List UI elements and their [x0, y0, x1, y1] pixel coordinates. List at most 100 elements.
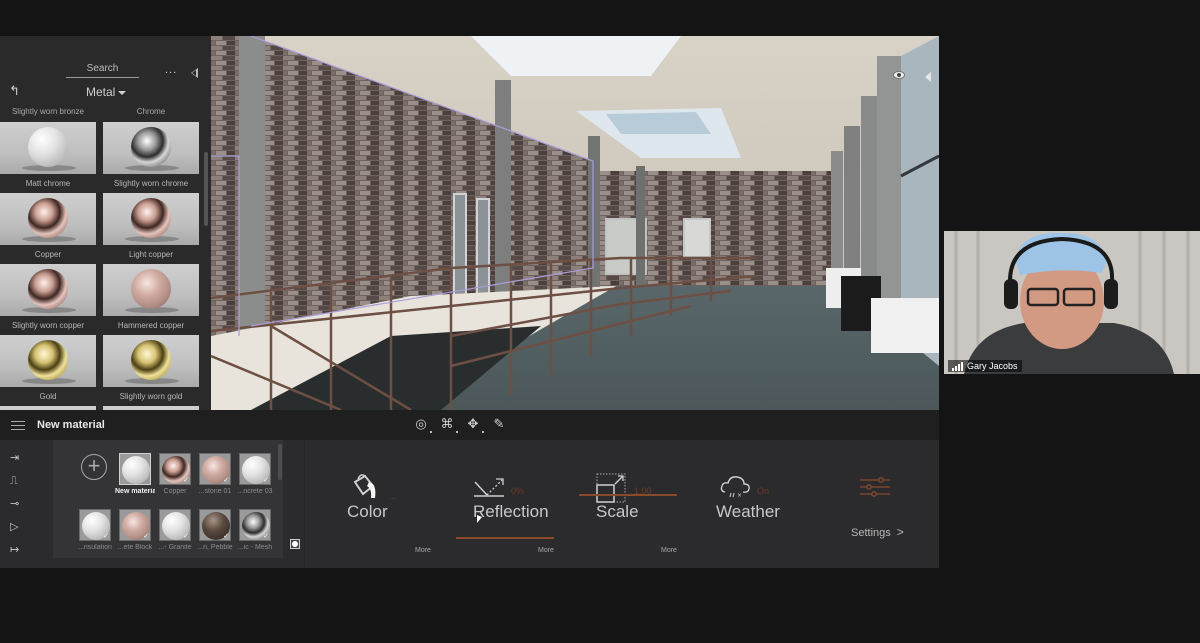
rendering-app-window: Search ... ↰ Metal Slightly worn bronze …	[0, 36, 939, 568]
panel-divider	[304, 440, 305, 568]
3d-viewport[interactable]	[211, 36, 939, 410]
slider-icon[interactable]: ⊸	[10, 498, 28, 510]
materials-scrollbar[interactable]	[278, 444, 282, 480]
participant-name-tag: Gary Jacobs	[948, 360, 1022, 372]
signal-strength-icon	[952, 361, 964, 371]
material-sphere-preview	[131, 198, 171, 238]
import-icon[interactable]: ⇥	[10, 452, 28, 464]
project-material-tile[interactable]: ✓	[239, 453, 271, 485]
library-scrollbar[interactable]	[204, 152, 208, 226]
paint-bucket-icon	[353, 474, 376, 498]
project-material-label: ...- Granite	[158, 544, 192, 551]
material-sphere-preview	[28, 340, 68, 380]
checkmark-icon: ✓	[183, 533, 189, 540]
participant-video-tile[interactable]: Gary Jacobs	[944, 231, 1200, 374]
library-material-tile[interactable]	[103, 193, 199, 245]
scene-render	[211, 36, 939, 410]
material-label: Slightly worn chrome	[113, 179, 189, 188]
weather-cloud-icon: ×	[720, 476, 750, 499]
add-material-button[interactable]: +	[81, 454, 107, 480]
weather-label: Weather	[716, 502, 780, 521]
pan-icon[interactable]: ⌘	[439, 416, 458, 433]
collapse-right-icon[interactable]	[925, 72, 931, 82]
weather-value: On	[757, 486, 770, 496]
preview-toggle[interactable]	[290, 539, 300, 549]
settings-label: Settings	[851, 527, 891, 539]
svg-text:×: ×	[737, 492, 742, 499]
project-material-tile[interactable]: ✓	[79, 509, 111, 541]
project-material-label: ...ncrete 03	[237, 488, 273, 495]
scale-label: Scale	[596, 502, 639, 521]
reflection-label: Reflection	[473, 502, 549, 521]
project-material-label: ...stone 01	[198, 488, 232, 495]
texture-icon[interactable]: ⎍	[10, 475, 28, 487]
material-sphere-preview	[131, 269, 171, 309]
library-material-tile[interactable]	[0, 264, 96, 316]
reflection-icon	[474, 478, 504, 497]
hamburger-icon[interactable]	[11, 421, 25, 430]
reflection-more-link[interactable]: More	[538, 547, 554, 554]
mouse-cursor	[477, 515, 482, 523]
library-material-tile[interactable]	[103, 264, 199, 316]
project-material-label: ...n, Pebble	[197, 544, 233, 551]
checkmark-icon: ✓	[263, 477, 269, 484]
project-material-tile[interactable]: ✓	[159, 509, 191, 541]
material-label: Slightly worn gold	[119, 392, 183, 401]
material-label: Slightly worn bronze	[11, 107, 85, 116]
move-icon[interactable]: ✥	[465, 416, 484, 433]
editor-title: New material	[37, 419, 105, 431]
chevron-right-icon: >	[896, 525, 904, 539]
project-material-tile[interactable]: ✓	[239, 509, 271, 541]
export-icon[interactable]: ↦	[10, 544, 28, 556]
material-label: Slightly worn copper	[11, 321, 85, 330]
color-more-link[interactable]: More	[415, 547, 431, 554]
settings-link[interactable]: Settings >	[851, 525, 904, 539]
eye-icon[interactable]	[893, 71, 905, 79]
material-sphere-preview	[28, 127, 68, 167]
library-material-tile[interactable]	[103, 122, 199, 174]
project-material-label: Copper	[163, 488, 187, 495]
orbit-icon[interactable]: ◎	[413, 416, 432, 433]
library-material-tile[interactable]	[103, 335, 199, 387]
category-dropdown[interactable]: Metal	[86, 85, 127, 99]
library-search-input[interactable]: Search	[66, 63, 139, 78]
participant-video	[944, 231, 1200, 374]
project-material-label: ...ic - Mesh	[237, 544, 273, 551]
material-library-panel: Search ... ↰ Metal Slightly worn bronze …	[0, 36, 211, 410]
editor-side-toolbar: ⇥ ⎍ ⊸ ▷ ↦	[0, 440, 52, 568]
project-material-tile[interactable]	[119, 453, 151, 485]
material-editor: ⇥ ⎍ ⊸ ▷ ↦ + New material ✓ Copper ✓ ...stone 01 ✓…	[0, 440, 939, 568]
project-material-tile[interactable]: ✓	[199, 509, 231, 541]
reflection-slider[interactable]	[456, 537, 554, 539]
library-material-tile[interactable]	[0, 335, 96, 387]
project-material-label: New material	[115, 488, 155, 495]
project-material-tile[interactable]: ✓	[199, 453, 231, 485]
project-material-tile[interactable]: ✓	[119, 509, 151, 541]
project-material-tile[interactable]: ✓	[159, 453, 191, 485]
category-label: Metal	[86, 85, 116, 99]
checkmark-icon: ✓	[223, 477, 229, 484]
library-material-tile[interactable]	[0, 122, 96, 174]
video-icon[interactable]: ▷	[10, 521, 28, 533]
scale-slider[interactable]	[579, 494, 677, 496]
submenu-indicator	[430, 431, 432, 433]
color-value: ...	[389, 491, 397, 501]
scale-value: 1.00	[634, 486, 652, 496]
settings-sliders-icon[interactable]	[859, 477, 891, 497]
material-label: Gold	[39, 392, 57, 401]
eyedropper-icon[interactable]: ✎	[491, 416, 507, 432]
material-sphere-preview	[28, 269, 68, 309]
material-sphere-preview	[131, 340, 171, 380]
scale-more-link[interactable]: More	[661, 547, 677, 554]
collapse-left-icon[interactable]	[191, 68, 198, 78]
back-arrow-icon[interactable]: ↰	[9, 83, 20, 99]
material-label: Hammered copper	[117, 321, 185, 330]
viewport-toolbar: ◎ ⌘ ✥ ✎	[413, 416, 507, 433]
checkmark-icon: ✓	[143, 533, 149, 540]
material-label: Copper	[34, 250, 62, 259]
reflection-value: 0%	[511, 486, 525, 496]
library-more-button[interactable]: ...	[165, 64, 177, 76]
checkmark-icon: ✓	[223, 533, 229, 540]
library-material-tile[interactable]	[0, 193, 96, 245]
submenu-indicator	[456, 431, 458, 433]
